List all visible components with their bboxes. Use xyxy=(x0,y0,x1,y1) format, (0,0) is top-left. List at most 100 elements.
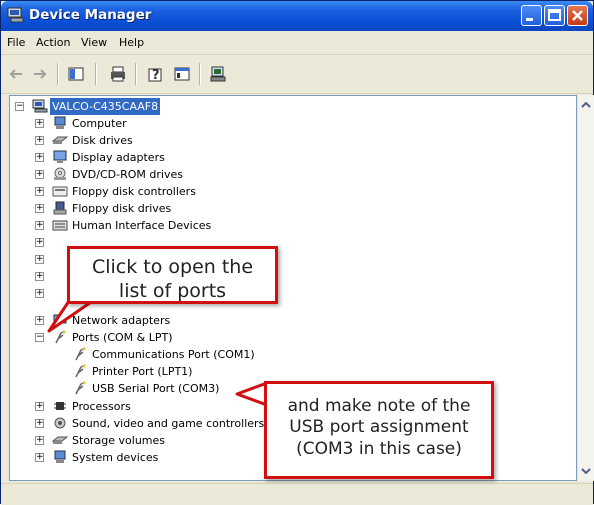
toolbar-separator xyxy=(95,63,97,85)
expand-toggle[interactable]: + xyxy=(35,316,44,325)
scroll-down-icon[interactable] xyxy=(578,463,594,479)
expand-toggle[interactable]: + xyxy=(35,238,44,247)
scan-hardware-icon[interactable] xyxy=(209,65,227,83)
dvd-drive-icon xyxy=(54,167,66,180)
tree-item-lpt1[interactable]: Printer Port (LPT1) xyxy=(10,363,576,380)
close-button[interactable] xyxy=(567,5,588,26)
floppy-drive-icon xyxy=(53,201,67,215)
tree-item-label: USB Serial Port (COM3) xyxy=(92,382,220,395)
expand-toggle[interactable]: + xyxy=(35,272,44,281)
expand-toggle[interactable]: + xyxy=(35,453,44,462)
scroll-up-icon[interactable] xyxy=(578,97,594,113)
tree-item-display-adapters[interactable]: + Display adapters xyxy=(10,149,576,166)
tree-item-network-adapters[interactable]: + Network adapters xyxy=(10,312,576,329)
menu-file[interactable]: File xyxy=(7,36,25,49)
display-adapter-icon xyxy=(53,150,67,163)
tree-item-label: Printer Port (LPT1) xyxy=(92,365,193,378)
tree-item-label: DVD/CD-ROM drives xyxy=(72,168,183,181)
menu-action[interactable]: Action xyxy=(36,36,70,49)
show-hide-console-tree-icon[interactable] xyxy=(67,65,85,83)
floppy-controller-icon xyxy=(52,186,68,197)
minimize-button[interactable] xyxy=(521,5,542,26)
tree-item-label: Processors xyxy=(72,400,131,413)
maximize-button[interactable] xyxy=(544,5,565,26)
port-icon xyxy=(75,381,86,395)
callout-note-port: and make note of the USB port assignment… xyxy=(264,381,494,479)
computer-icon xyxy=(54,116,66,129)
storage-icon xyxy=(52,436,68,444)
toolbar: ? xyxy=(1,55,593,94)
tree-item-dvd-drives[interactable]: + DVD/CD-ROM drives xyxy=(10,166,576,183)
expand-toggle[interactable]: + xyxy=(35,204,44,213)
port-icon xyxy=(75,347,86,361)
disk-drive-icon xyxy=(52,136,68,144)
computer-icon xyxy=(32,99,48,113)
expand-toggle[interactable]: + xyxy=(35,119,44,128)
print-icon[interactable] xyxy=(109,65,127,83)
back-icon[interactable] xyxy=(7,65,25,83)
tree-item-label: Display adapters xyxy=(72,151,165,164)
collapse-toggle[interactable]: − xyxy=(15,102,24,111)
processor-icon xyxy=(54,402,66,410)
tree-item-label: Human Interface Devices xyxy=(72,219,212,232)
tree-item-floppy-drives[interactable]: + Floppy disk drives xyxy=(10,200,576,217)
toolbar-separator xyxy=(135,63,137,85)
tree-item-floppy-controllers[interactable]: + Floppy disk controllers xyxy=(10,183,576,200)
expand-toggle[interactable]: + xyxy=(35,153,44,162)
tree-item-label: Storage volumes xyxy=(72,434,166,447)
tree-item-ports[interactable]: − Ports (COM & LPT) xyxy=(10,329,576,346)
help-icon[interactable]: ? xyxy=(147,65,165,83)
expand-toggle[interactable]: + xyxy=(35,255,44,264)
tree-item-com1[interactable]: Communications Port (COM1) xyxy=(10,346,576,363)
expand-toggle[interactable]: + xyxy=(35,402,44,411)
menu-bar: File Action View Help xyxy=(1,32,593,55)
callout-line: list of ports xyxy=(118,279,227,302)
tree-item-computer[interactable]: + Computer xyxy=(10,115,576,132)
forward-icon[interactable] xyxy=(31,65,49,83)
sound-icon xyxy=(54,417,66,429)
tree-item-label: System devices xyxy=(72,451,159,464)
expand-toggle[interactable]: + xyxy=(35,419,44,428)
callout-line: and make note of the xyxy=(287,396,471,416)
system-device-icon xyxy=(54,450,66,463)
vertical-scrollbar[interactable] xyxy=(577,95,594,481)
properties-icon[interactable] xyxy=(173,65,191,83)
device-manager-window: Device Manager File Action View Help ? − xyxy=(0,0,594,505)
network-adapter-icon xyxy=(53,314,67,324)
tree-item-label: Communications Port (COM1) xyxy=(92,348,255,361)
menu-view[interactable]: View xyxy=(81,36,107,49)
expand-toggle[interactable]: + xyxy=(35,289,44,298)
device-manager-icon xyxy=(7,7,24,23)
tree-item-label: Ports (COM & LPT) xyxy=(72,331,173,344)
window-title: Device Manager xyxy=(29,7,152,23)
expand-toggle[interactable]: + xyxy=(35,187,44,196)
status-bar xyxy=(1,483,593,505)
tree-item-disk-drives[interactable]: + Disk drives xyxy=(10,132,576,149)
collapse-toggle[interactable]: − xyxy=(35,333,44,342)
tree-item-label: Computer xyxy=(72,117,127,130)
callout-line: Click to open the xyxy=(91,256,254,278)
tree-item-label: Floppy disk drives xyxy=(72,202,172,215)
port-icon xyxy=(75,364,86,378)
tree-item-label: Floppy disk controllers xyxy=(72,185,196,198)
tree-root-label: VALCO-C435CAAF8 xyxy=(50,98,161,115)
expand-toggle[interactable]: + xyxy=(35,136,44,145)
callout-line: (COM3 in this case) xyxy=(296,438,462,459)
title-bar[interactable]: Device Manager xyxy=(1,1,593,31)
toolbar-separator xyxy=(57,63,59,85)
hid-icon xyxy=(52,220,68,231)
expand-toggle[interactable]: + xyxy=(35,436,44,445)
expand-toggle[interactable]: + xyxy=(35,221,44,230)
callout-open-ports: Click to open the list of ports xyxy=(67,246,278,304)
close-icon xyxy=(572,10,583,21)
svg-text:?: ? xyxy=(152,68,160,83)
minimize-icon xyxy=(526,18,533,21)
expand-toggle[interactable]: + xyxy=(35,170,44,179)
tree-root[interactable]: − VALCO-C435CAAF8 xyxy=(10,98,576,115)
tree-item-human-interface-devices[interactable]: + Human Interface Devices xyxy=(10,217,576,234)
menu-help[interactable]: Help xyxy=(119,36,144,49)
tree-item-label: Disk drives xyxy=(72,134,133,147)
maximize-icon xyxy=(548,9,561,21)
toolbar-separator xyxy=(199,63,201,85)
callout-line: USB port assignment xyxy=(289,417,469,438)
